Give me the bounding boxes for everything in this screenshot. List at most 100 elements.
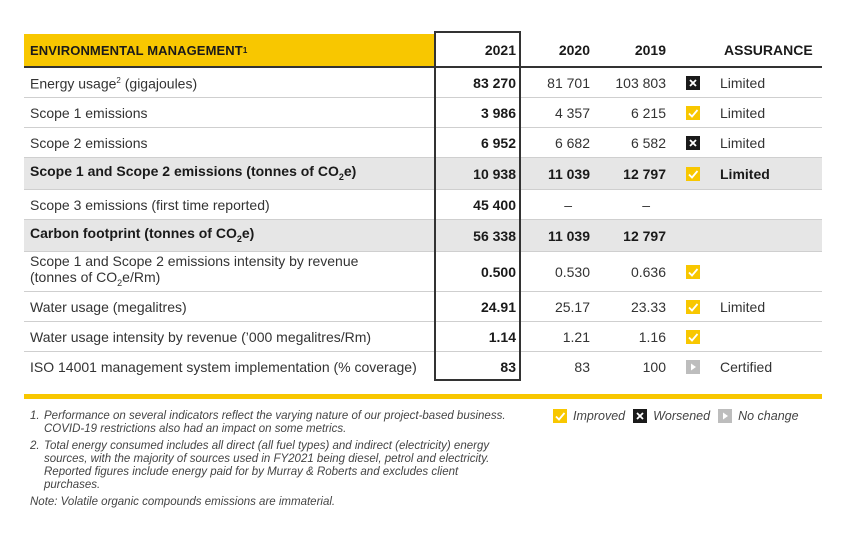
improved-icon [686,329,700,344]
status-cell [670,166,716,181]
footnote-text: Performance on several indicators reflec… [44,410,506,435]
value-2020: 1.21 [562,328,590,345]
value-2020: 11 039 [547,227,590,244]
row-label: Scope 1 and Scope 2 emissions (tonnes of… [24,163,434,185]
assurance-value: Certified [720,358,773,375]
year-2020-header: 2020 [558,42,590,58]
value-2021: 1.14 [488,328,516,345]
legend-no-change: No change [718,409,799,423]
table-row-highlight: Scope 1 and Scope 2 emissions (tonnes of… [24,158,822,190]
value-2019: 23.33 [630,298,666,315]
value-2021: 83 270 [473,74,516,91]
row-label: Scope 1 emissions [30,104,148,121]
legend-improved: Improved [553,409,625,423]
value-2021: 0.500 [480,263,516,280]
improved-icon [686,299,700,314]
value-2019: 12 797 [623,227,666,244]
footnote-text: Total energy consumed includes all direc… [44,440,490,491]
table-row: Scope 1 and Scope 2 emissions intensity … [24,252,822,292]
table-row: ISO 14001 management system implementati… [24,352,822,381]
row-label: Scope 1 and Scope 2 emissions intensity … [24,253,434,291]
value-2019: 12 797 [623,165,666,182]
status-cell [670,264,716,279]
value-2021: 56 338 [473,227,516,244]
status-cell [670,359,716,374]
improved-icon [686,166,700,181]
value-2021: 6 952 [480,134,516,151]
value-2020: 81 701 [547,74,590,91]
status-cell [670,105,716,120]
row-label-text: (tonnes of CO [30,268,118,285]
table-row: Energy usage2 (gigajoules) 83 270 81 701… [24,68,822,98]
improved-icon [686,105,700,120]
footnote: 2. Total energy consumed includes all di… [30,440,510,492]
row-label: Water usage (megalitres) [30,298,187,315]
legend-label: Worsened [653,409,711,423]
assurance-value: Limited [720,165,770,182]
table-row: Scope 2 emissions 6 952 6 682 6 582 Limi… [24,128,822,158]
value-2021: 24.91 [480,298,516,315]
status-cell [670,135,716,150]
table-title: ENVIRONMENTAL MANAGEMENT 1 [24,34,434,66]
table-row: Water usage (megalitres) 24.91 25.17 23.… [24,292,822,322]
value-2019: 6 582 [630,134,666,151]
no-change-icon [686,359,700,374]
worsened-icon [686,75,700,90]
value-2019: 100 [642,358,666,375]
row-label: Water usage intensity by revenue (’000 m… [30,328,372,345]
improved-icon [553,409,567,423]
footnote-number: 2. [30,440,40,452]
row-label-suffix: e/Rm) [122,268,161,285]
value-2019: – [642,196,650,213]
value-2021: 3 986 [480,104,516,121]
status-cell [670,299,716,314]
table-row-highlight: Carbon footprint (tonnes of CO2e) 56 338… [24,220,822,252]
assurance-value: Limited [720,134,766,151]
row-label: ISO 14001 management system implementati… [30,358,417,375]
value-2020: 83 [574,358,590,375]
value-2020: – [564,196,572,213]
assurance-value: Limited [720,74,766,91]
divider-bar [24,394,822,399]
row-label-line2: (tonnes of CO2e/Rm) [30,269,434,291]
row-label-text: Energy usage [30,75,117,92]
assurance-value: Limited [720,298,766,315]
table-row: Water usage intensity by revenue (’000 m… [24,322,822,352]
row-label-suffix: e) [343,162,357,179]
assurance-value: Limited [720,104,766,121]
row-label-suffix: e) [241,224,255,241]
table-row: Scope 1 emissions 3 986 4 357 6 215 Limi… [24,98,822,128]
improved-icon [686,264,700,279]
year-2019-header: 2019 [634,42,666,58]
note-text: Note: Volatile organic compounds emissio… [30,496,336,508]
value-2019: 0.636 [630,263,666,280]
row-label-unit: (gigajoules) [120,75,198,92]
table-row: Scope 3 emissions (first time reported) … [24,190,822,220]
row-label: Energy usage2 (gigajoules) [24,73,434,92]
legend-label: No change [738,409,799,423]
legend-worsened: Worsened [633,409,710,423]
worsened-icon [633,409,648,423]
legend-label: Improved [573,409,626,423]
row-label: Carbon footprint (tonnes of CO2e) [24,225,434,247]
legend: Improved Worsened No change [553,409,799,423]
row-label-text: Carbon footprint (tonnes of CO [30,224,237,241]
table-title-footnote: 1 [242,45,248,55]
status-cell [670,75,716,90]
status-cell [670,329,716,344]
row-label-text: Scope 1 and Scope 2 emissions (tonnes of… [30,162,339,179]
no-change-icon [718,409,733,423]
year-2021-header: 2021 [484,42,516,58]
footnote-number: 1. [30,410,40,422]
value-2021: 10 938 [473,165,516,182]
row-label: Scope 2 emissions [30,134,148,151]
value-2019: 103 803 [615,74,666,91]
value-2020: 6 682 [554,134,590,151]
worsened-icon [686,135,700,150]
table-header: ENVIRONMENTAL MANAGEMENT 1 2021 2020 2019… [24,34,822,68]
table-title-text: ENVIRONMENTAL MANAGEMENT [30,42,243,58]
row-label-line1: Scope 1 and Scope 2 emissions intensity … [30,252,359,269]
value-2019: 6 215 [630,104,666,121]
value-2020: 25.17 [554,298,590,315]
value-2020: 0.530 [554,263,590,280]
